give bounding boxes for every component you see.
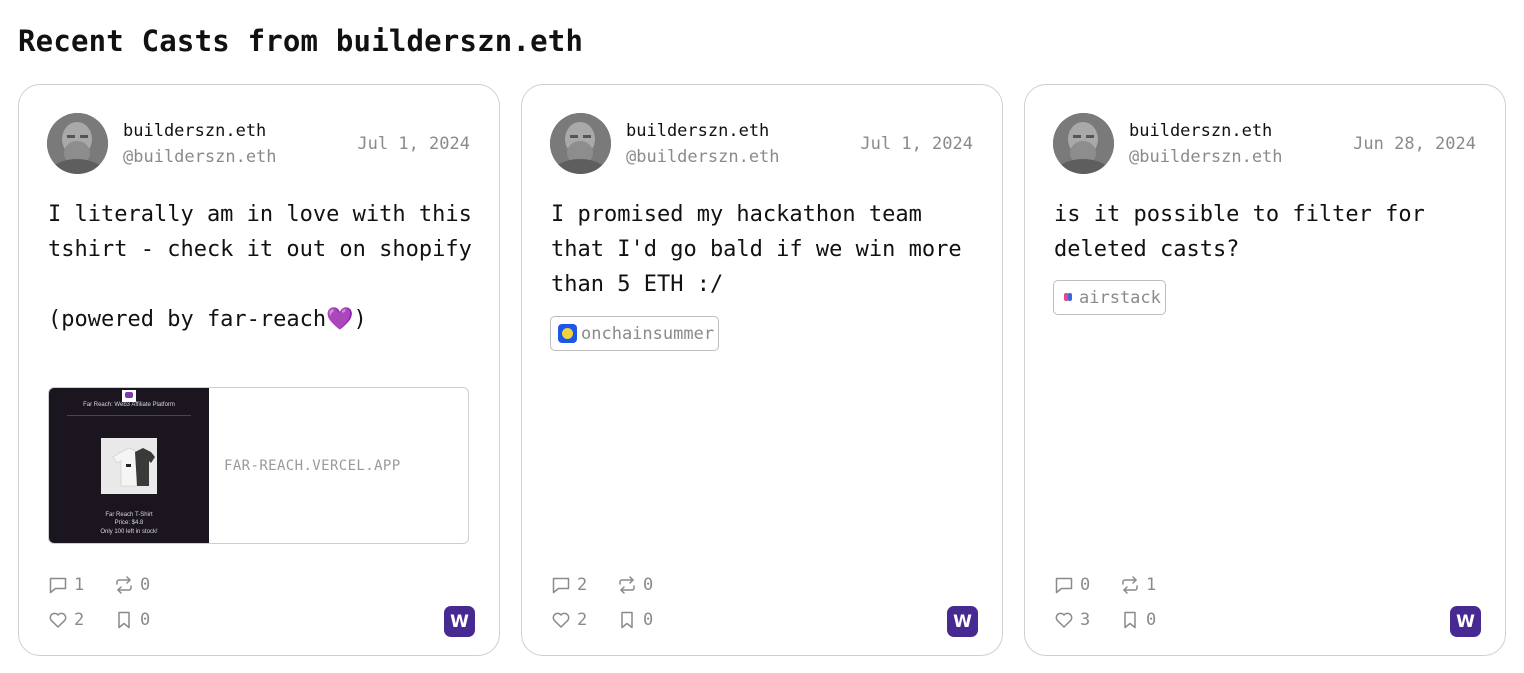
avatar[interactable] bbox=[550, 113, 611, 174]
bookmark-stat[interactable]: 0 bbox=[1120, 610, 1156, 630]
reply-count: 1 bbox=[74, 575, 85, 595]
channel-tag[interactable]: airstack bbox=[1053, 280, 1166, 315]
cast-date: Jul 1, 2024 bbox=[860, 134, 973, 154]
cast-card[interactable]: builderszn.eth @builderszn.eth Jul 1, 20… bbox=[521, 84, 1003, 656]
like-stat[interactable]: 2 bbox=[551, 610, 587, 630]
embed-image: Far Reach: Web3 Affiliate Platform Far R… bbox=[49, 388, 209, 543]
reply-stat[interactable]: 1 bbox=[48, 575, 84, 595]
embed-image-title: Far Reach: Web3 Affiliate Platform bbox=[83, 402, 175, 408]
warpcast-logo-icon[interactable]: W bbox=[947, 606, 978, 637]
recast-icon bbox=[116, 576, 132, 594]
tshirt-image bbox=[101, 438, 157, 494]
comment-icon bbox=[552, 577, 570, 594]
reply-count: 2 bbox=[577, 575, 588, 595]
cast-text: I literally am in love with this tshirt … bbox=[48, 202, 472, 332]
recast-count: 1 bbox=[1146, 575, 1157, 595]
channel-tag[interactable]: onchainsummer bbox=[550, 316, 720, 351]
recast-stat[interactable]: 0 bbox=[617, 575, 653, 595]
page-title: Recent Casts from builderszn.eth bbox=[18, 24, 584, 58]
recast-stat[interactable]: 0 bbox=[114, 575, 150, 595]
channel-name: onchainsummer bbox=[581, 323, 715, 344]
bookmark-stat[interactable]: 0 bbox=[617, 610, 653, 630]
bookmark-count: 0 bbox=[140, 610, 151, 630]
comment-icon bbox=[1055, 577, 1073, 594]
like-count: 2 bbox=[577, 610, 588, 630]
reply-stat[interactable]: 2 bbox=[551, 575, 587, 595]
avatar[interactable] bbox=[47, 113, 108, 174]
author-display-name[interactable]: builderszn.eth bbox=[1129, 121, 1272, 141]
bookmark-count: 0 bbox=[643, 610, 654, 630]
like-count: 2 bbox=[74, 610, 85, 630]
reply-count: 0 bbox=[1080, 575, 1091, 595]
bookmark-icon bbox=[1124, 611, 1136, 629]
embed-image-caption: Only 100 left in stock! bbox=[100, 529, 158, 535]
cast-card[interactable]: builderszn.eth @builderszn.eth Jun 28, 2… bbox=[1024, 84, 1506, 656]
cast-card[interactable]: builderszn.eth @builderszn.eth Jul 1, 20… bbox=[18, 84, 500, 656]
heart-icon bbox=[49, 612, 67, 628]
heart-icon bbox=[552, 612, 570, 628]
like-count: 3 bbox=[1080, 610, 1091, 630]
avatar[interactable] bbox=[1053, 113, 1114, 174]
embed-image-caption: Price: $4.8 bbox=[114, 520, 144, 526]
warpcast-logo-icon[interactable]: W bbox=[444, 606, 475, 637]
airstack-channel-icon bbox=[1061, 288, 1075, 307]
author-display-name[interactable]: builderszn.eth bbox=[123, 121, 266, 141]
comment-icon bbox=[49, 577, 67, 594]
bookmark-stat[interactable]: 0 bbox=[114, 610, 150, 630]
bookmark-count: 0 bbox=[1146, 610, 1157, 630]
link-embed[interactable]: Far Reach: Web3 Affiliate Platform Far R… bbox=[48, 387, 469, 544]
embed-image-caption: Far Reach T-Shirt bbox=[105, 512, 153, 518]
cast-date: Jun 28, 2024 bbox=[1353, 134, 1476, 154]
embed-url[interactable]: FAR-REACH.VERCEL.APP bbox=[224, 458, 401, 474]
channel-name: airstack bbox=[1079, 287, 1161, 308]
like-stat[interactable]: 2 bbox=[48, 610, 84, 630]
heart-icon bbox=[1055, 612, 1073, 628]
recast-count: 0 bbox=[140, 575, 151, 595]
recast-stat[interactable]: 1 bbox=[1120, 575, 1156, 595]
reply-stat[interactable]: 0 bbox=[1054, 575, 1090, 595]
like-stat[interactable]: 3 bbox=[1054, 610, 1090, 630]
warpcast-logo-icon[interactable]: W bbox=[1450, 606, 1481, 637]
recast-count: 0 bbox=[643, 575, 654, 595]
author-username[interactable]: @builderszn.eth bbox=[1129, 147, 1283, 167]
author-username[interactable]: @builderszn.eth bbox=[626, 147, 780, 167]
cast-text: is it possible to filter for deleted cas… bbox=[1054, 202, 1439, 262]
cast-text: I promised my hackathon team that I'd go… bbox=[551, 202, 975, 297]
onchainsummer-channel-icon bbox=[558, 324, 577, 343]
recast-icon bbox=[619, 576, 635, 594]
author-display-name[interactable]: builderszn.eth bbox=[626, 121, 769, 141]
recast-icon bbox=[1122, 576, 1138, 594]
cast-date: Jul 1, 2024 bbox=[357, 134, 470, 154]
bookmark-icon bbox=[118, 611, 130, 629]
bookmark-icon bbox=[621, 611, 633, 629]
author-username[interactable]: @builderszn.eth bbox=[123, 147, 277, 167]
